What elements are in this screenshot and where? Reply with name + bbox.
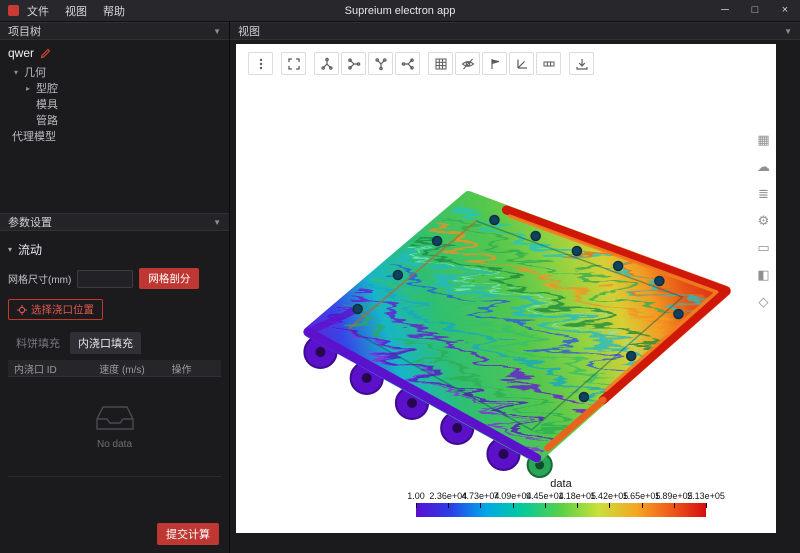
flow-section-toggle[interactable]: ▾ 流动 — [8, 237, 221, 266]
legend-colorbar — [416, 503, 706, 517]
project-tree-header[interactable]: 项目树 ▼ — [0, 22, 229, 40]
scalar-bar-legend: data 1.002.36e+04 4.73e+047.09e+04 9.45e… — [416, 478, 706, 517]
view-title: 视图 — [238, 23, 260, 39]
tree-item-label: 模具 — [36, 96, 58, 112]
mesh-display-icon[interactable] — [428, 52, 453, 75]
empty-state: No data — [8, 377, 221, 477]
flow-section-label: 流动 — [18, 241, 42, 258]
tree-item-cavity[interactable]: ▸ 型腔 — [0, 80, 229, 96]
submit-calculation-button[interactable]: 提交计算 — [157, 523, 219, 545]
tree-item-label: 管路 — [36, 112, 58, 128]
tree-item-proxy-model[interactable]: 代理模型 — [0, 128, 229, 144]
column-ingate-id: 内浇口 ID — [8, 361, 93, 376]
collapse-icon[interactable]: ▼ — [213, 218, 221, 227]
scale-bar-icon[interactable] — [536, 52, 561, 75]
project-tree: qwer ▾ 几何 ▸ 型腔 模具 — [0, 40, 229, 213]
card-icon[interactable]: ▭ — [757, 240, 770, 256]
view-preset-1-icon[interactable] — [314, 52, 339, 75]
app-logo-icon — [8, 5, 19, 16]
clip-flag-icon[interactable] — [482, 52, 507, 75]
titlebar: 文件 视图 帮助 Supreium electron app ─ □ × — [0, 0, 800, 22]
chevron-right-icon[interactable]: ▸ — [24, 84, 32, 93]
mesh-size-input[interactable] — [77, 270, 133, 288]
tree-item-label: 几何 — [24, 64, 46, 80]
parameter-settings-header[interactable]: 参数设置 ▼ — [0, 213, 229, 231]
view-header[interactable]: 视图 ▼ — [230, 22, 800, 40]
project-tree-panel: 项目树 ▼ qwer ▾ 几何 ▸ — [0, 22, 229, 213]
tree-item-label: 代理模型 — [12, 128, 56, 144]
cloud-icon[interactable]: ☁ — [757, 159, 770, 175]
project-tree-title: 项目树 — [8, 23, 41, 39]
select-position-icon — [17, 305, 27, 315]
menubar: 文件 视图 帮助 — [27, 3, 125, 19]
tree-item-pipes[interactable]: 管路 — [0, 112, 229, 128]
close-button[interactable]: × — [770, 0, 800, 22]
axes-icon[interactable] — [509, 52, 534, 75]
mesh-size-label: 网格尺寸(mm) — [8, 271, 71, 286]
list-icon[interactable]: ≣ — [757, 186, 770, 202]
fit-view-icon[interactable] — [281, 52, 306, 75]
legend-title: data — [416, 478, 706, 490]
empty-inbox-icon — [95, 403, 135, 433]
view-preset-3-icon[interactable] — [368, 52, 393, 75]
collapse-icon[interactable]: ▼ — [213, 27, 221, 36]
collapse-icon[interactable]: ▼ — [784, 27, 792, 36]
select-gate-position-button[interactable]: 选择浇口位置 — [8, 299, 103, 320]
3d-model-plate[interactable] — [236, 44, 776, 533]
sidebar: 项目树 ▼ qwer ▾ 几何 ▸ — [0, 22, 230, 553]
chevron-down-icon[interactable]: ▾ — [12, 68, 20, 77]
select-gate-position-label: 选择浇口位置 — [31, 302, 94, 317]
view-area: 视图 ▼ — [230, 22, 800, 553]
project-name[interactable]: qwer — [8, 46, 34, 60]
shape-icon[interactable]: ◇ — [757, 294, 770, 310]
menu-file[interactable]: 文件 — [27, 3, 49, 19]
fill-tabs: 料饼填充 内浇口填充 — [8, 332, 221, 360]
tree-item-geometry[interactable]: ▾ 几何 — [0, 64, 229, 80]
view-side-toolbar: ▦ ☁ ≣ ⚙ ▭ ◧ ◇ — [757, 132, 770, 310]
mesh-generate-button[interactable]: 网格剖分 — [139, 268, 199, 289]
view-toolbar — [248, 52, 594, 75]
view-preset-2-icon[interactable] — [341, 52, 366, 75]
viewport-3d[interactable]: ▦ ☁ ≣ ⚙ ▭ ◧ ◇ — [236, 44, 776, 533]
maximize-button[interactable]: □ — [740, 0, 770, 22]
menu-view[interactable]: 视图 — [65, 3, 87, 19]
parameter-settings-panel: 参数设置 ▼ ▾ 流动 网格尺寸(mm) 网格剖分 — [0, 213, 229, 553]
legend-tick-labels: 1.002.36e+04 4.73e+047.09e+04 9.45e+041.… — [416, 491, 706, 503]
minimize-button[interactable]: ─ — [710, 0, 740, 22]
settings-icon[interactable]: ⚙ — [757, 213, 770, 229]
app-window: 文件 视图 帮助 Supreium electron app ─ □ × 项目树… — [0, 0, 800, 553]
edit-project-icon[interactable] — [40, 48, 51, 59]
column-action: 操作 — [166, 361, 221, 376]
tab-ingate-fill[interactable]: 内浇口填充 — [70, 332, 141, 354]
window-controls: ─ □ × — [710, 0, 800, 22]
column-speed: 速度 (m/s) — [93, 361, 165, 376]
tab-biscuit-fill[interactable]: 料饼填充 — [8, 332, 68, 354]
tree-item-mold[interactable]: 模具 — [0, 96, 229, 112]
chevron-down-icon: ▾ — [8, 245, 12, 254]
tree-item-label: 型腔 — [36, 80, 58, 96]
parameter-settings-title: 参数设置 — [8, 214, 52, 230]
more-options-icon[interactable] — [248, 52, 273, 75]
menu-help[interactable]: 帮助 — [103, 3, 125, 19]
visibility-off-icon[interactable] — [455, 52, 480, 75]
project-row[interactable]: qwer — [0, 44, 229, 64]
split-view-icon[interactable]: ◧ — [757, 267, 770, 283]
empty-state-text: No data — [97, 439, 132, 450]
view-preset-4-icon[interactable] — [395, 52, 420, 75]
pattern-icon[interactable]: ▦ — [757, 132, 770, 148]
export-icon[interactable] — [569, 52, 594, 75]
ingate-table-header: 内浇口 ID 速度 (m/s) 操作 — [8, 360, 221, 377]
